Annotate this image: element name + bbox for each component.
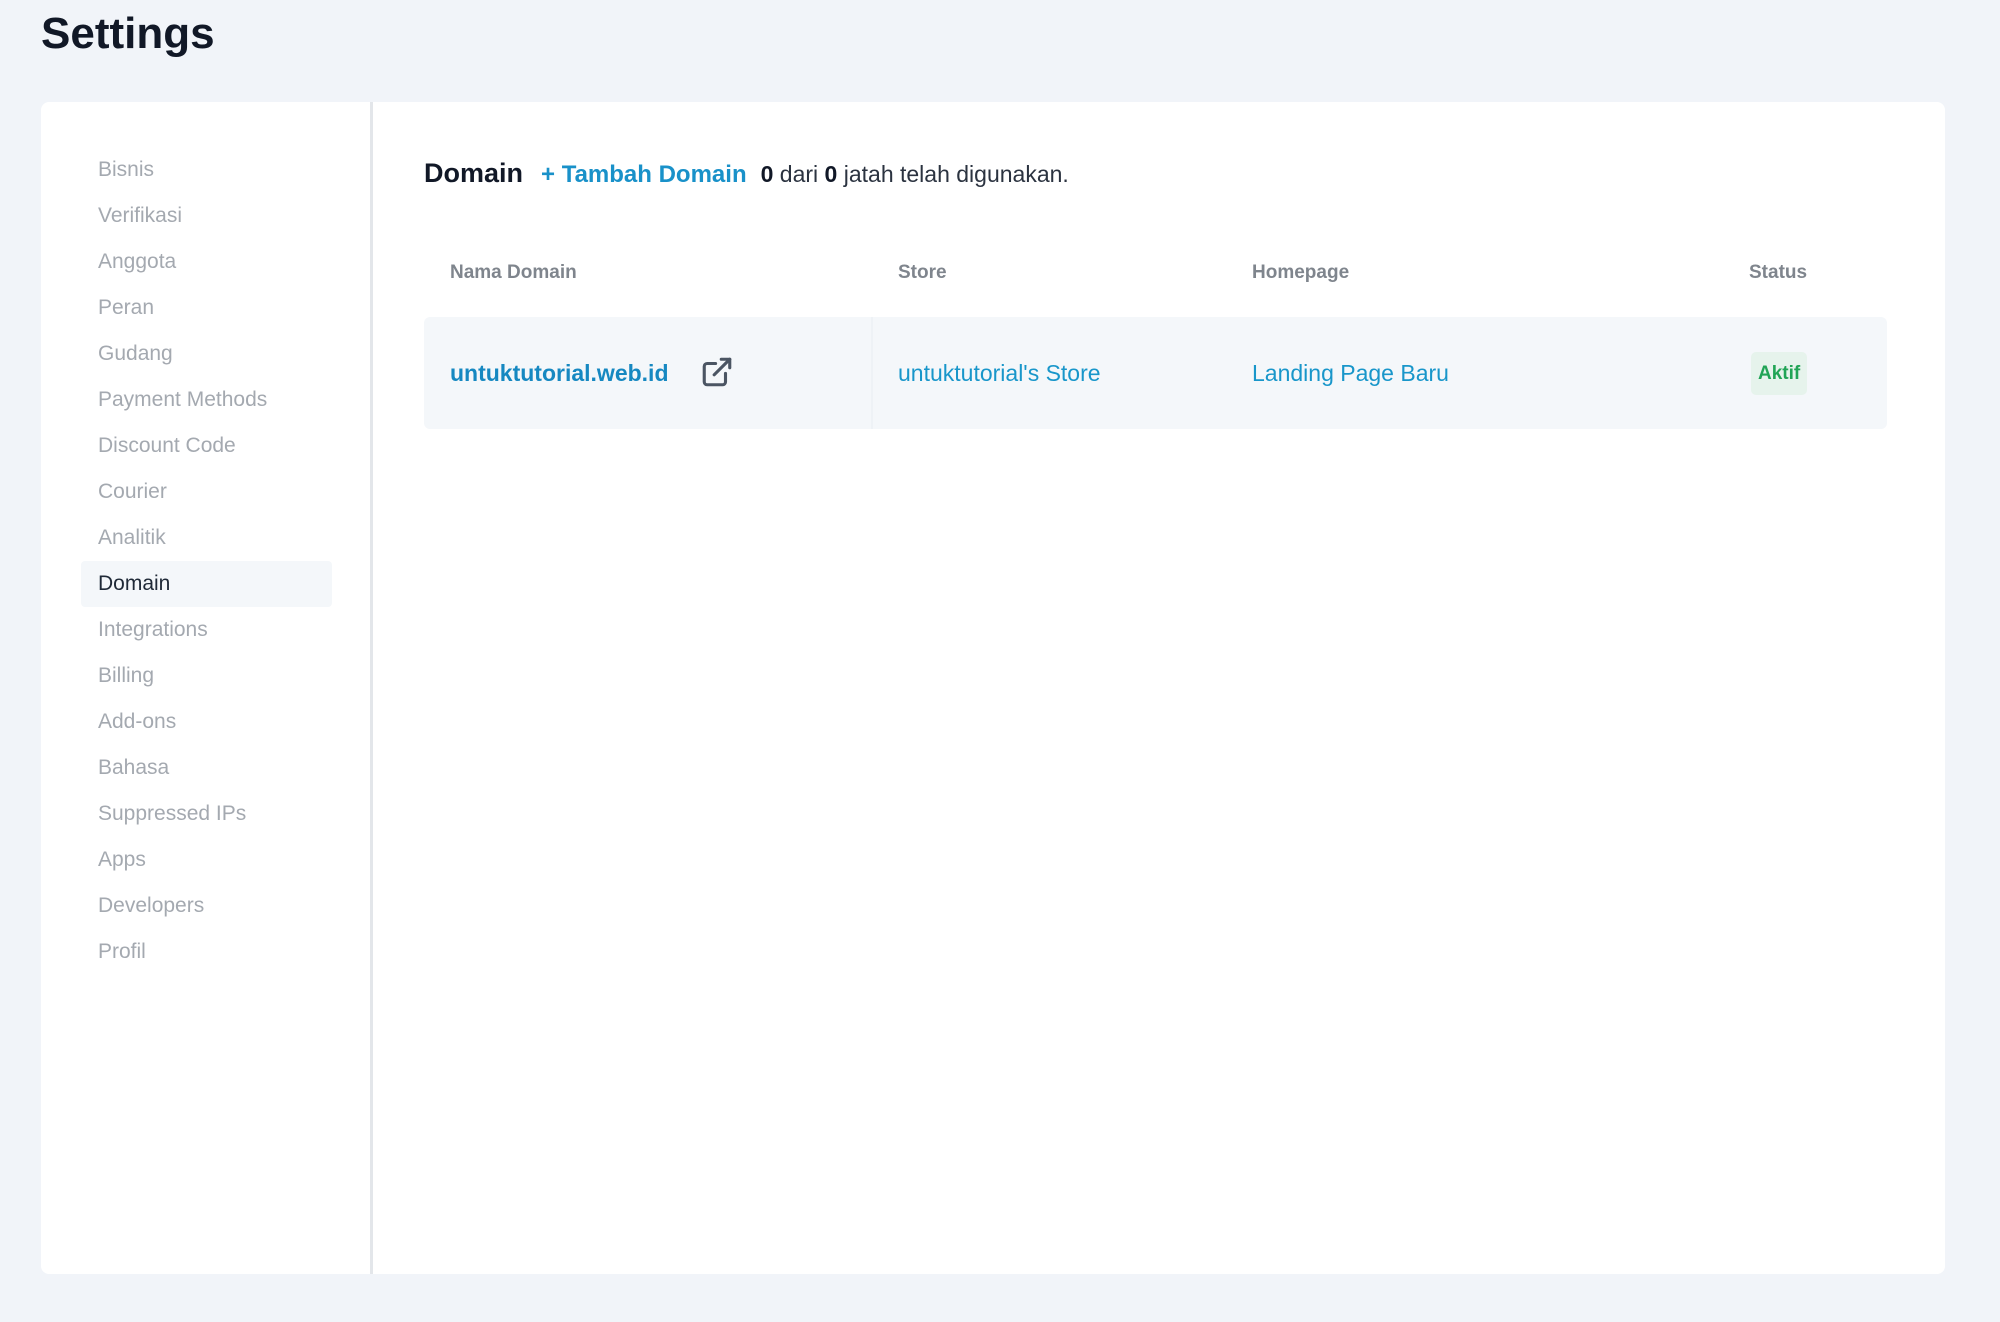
- sidebar-item-anggota[interactable]: Anggota: [81, 239, 332, 285]
- column-header-status: Status: [1749, 262, 1808, 283]
- sidebar-item-developers[interactable]: Developers: [81, 883, 332, 929]
- domain-quota: 0 dari 0 jatah telah digunakan.: [761, 161, 1069, 188]
- column-header-homepage: Homepage: [1252, 262, 1350, 283]
- sidebar-item-integrations[interactable]: Integrations: [81, 607, 332, 653]
- sidebar-item-bisnis[interactable]: Bisnis: [81, 147, 332, 193]
- quota-suffix: jatah telah digunakan.: [843, 161, 1069, 187]
- domain-name-cell: untuktutorial.web.id: [450, 317, 669, 429]
- add-domain-button[interactable]: + Tambah Domain: [541, 161, 747, 189]
- status-cell: Aktif: [1751, 317, 1808, 429]
- store-link[interactable]: untuktutorial's Store: [898, 360, 1101, 387]
- store-cell: untuktutorial's Store: [898, 317, 1101, 429]
- sidebar-item-courier[interactable]: Courier: [81, 469, 332, 515]
- sidebar-item-profil[interactable]: Profil: [81, 929, 332, 975]
- sidebar-item-billing[interactable]: Billing: [81, 653, 332, 699]
- sidebar-item-peran[interactable]: Peran: [81, 285, 332, 331]
- status-badge: Aktif: [1751, 351, 1808, 395]
- sidebar-item-verifikasi[interactable]: Verifikasi: [81, 193, 332, 239]
- table-row: untuktutorial.web.id untuktutorial's Sto…: [424, 317, 1887, 429]
- column-header-store: Store: [898, 262, 947, 283]
- sidebar-item-domain[interactable]: Domain: [81, 561, 332, 607]
- sidebar-item-discount-code[interactable]: Discount Code: [81, 423, 332, 469]
- domain-header: Domain + Tambah Domain 0 dari 0 jatah te…: [424, 158, 1069, 189]
- external-link-icon[interactable]: [700, 355, 734, 389]
- row-divider: [871, 317, 873, 429]
- sidebar-item-apps[interactable]: Apps: [81, 837, 332, 883]
- quota-total: 0: [824, 161, 838, 187]
- quota-used: 0: [760, 161, 774, 187]
- settings-card: Bisnis Verifikasi Anggota Peran Gudang P…: [41, 102, 1945, 1274]
- sidebar-item-add-ons[interactable]: Add-ons: [81, 699, 332, 745]
- sidebar-item-bahasa[interactable]: Bahasa: [81, 745, 332, 791]
- sidebar-item-analitik[interactable]: Analitik: [81, 515, 332, 561]
- sidebar-item-suppressed-ips[interactable]: Suppressed IPs: [81, 791, 332, 837]
- quota-separator: dari: [779, 161, 819, 187]
- domain-name-link[interactable]: untuktutorial.web.id: [450, 360, 669, 387]
- settings-sidebar: Bisnis Verifikasi Anggota Peran Gudang P…: [41, 102, 373, 1274]
- section-title: Domain: [424, 158, 524, 188]
- sidebar-item-gudang[interactable]: Gudang: [81, 331, 332, 377]
- column-header-nama-domain: Nama Domain: [450, 262, 577, 283]
- page-title: Settings: [41, 9, 215, 58]
- domain-table-header: Nama Domain Store Homepage Status: [424, 262, 1887, 296]
- domain-panel: Domain + Tambah Domain 0 dari 0 jatah te…: [373, 102, 1945, 1274]
- homepage-link[interactable]: Landing Page Baru: [1252, 360, 1449, 387]
- homepage-cell: Landing Page Baru: [1252, 317, 1449, 429]
- sidebar-item-payment-methods[interactable]: Payment Methods: [81, 377, 332, 423]
